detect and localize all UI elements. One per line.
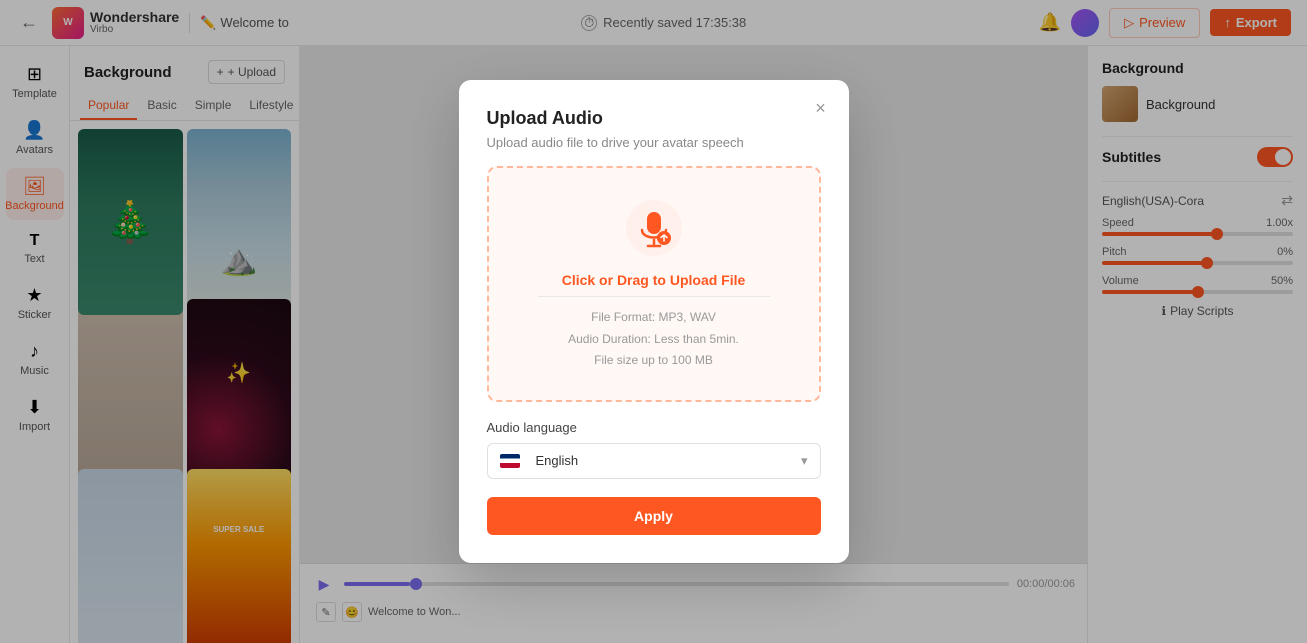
modal-overlay[interactable]: × Upload Audio Upload audio file to driv… — [0, 0, 1307, 643]
chevron-down-icon: ▾ — [801, 453, 808, 469]
modal-title: Upload Audio — [487, 108, 821, 129]
lang-value: English — [536, 453, 579, 468]
lang-label: Audio language — [487, 420, 821, 435]
upload-link[interactable]: Click or Drag to Upload File — [562, 272, 746, 288]
upload-mic-icon — [622, 196, 686, 260]
upload-info: File Format: MP3, WAV Audio Duration: Le… — [568, 307, 739, 372]
upload-drop-zone[interactable]: Click or Drag to Upload File File Format… — [487, 166, 821, 402]
language-select[interactable]: English ▾ — [487, 443, 821, 479]
flag-icon — [500, 454, 520, 468]
upload-audio-modal: × Upload Audio Upload audio file to driv… — [459, 80, 849, 563]
apply-button[interactable]: Apply — [487, 497, 821, 535]
upload-divider — [538, 296, 770, 297]
modal-close-button[interactable]: × — [807, 94, 835, 122]
modal-subtitle: Upload audio file to drive your avatar s… — [487, 135, 821, 150]
